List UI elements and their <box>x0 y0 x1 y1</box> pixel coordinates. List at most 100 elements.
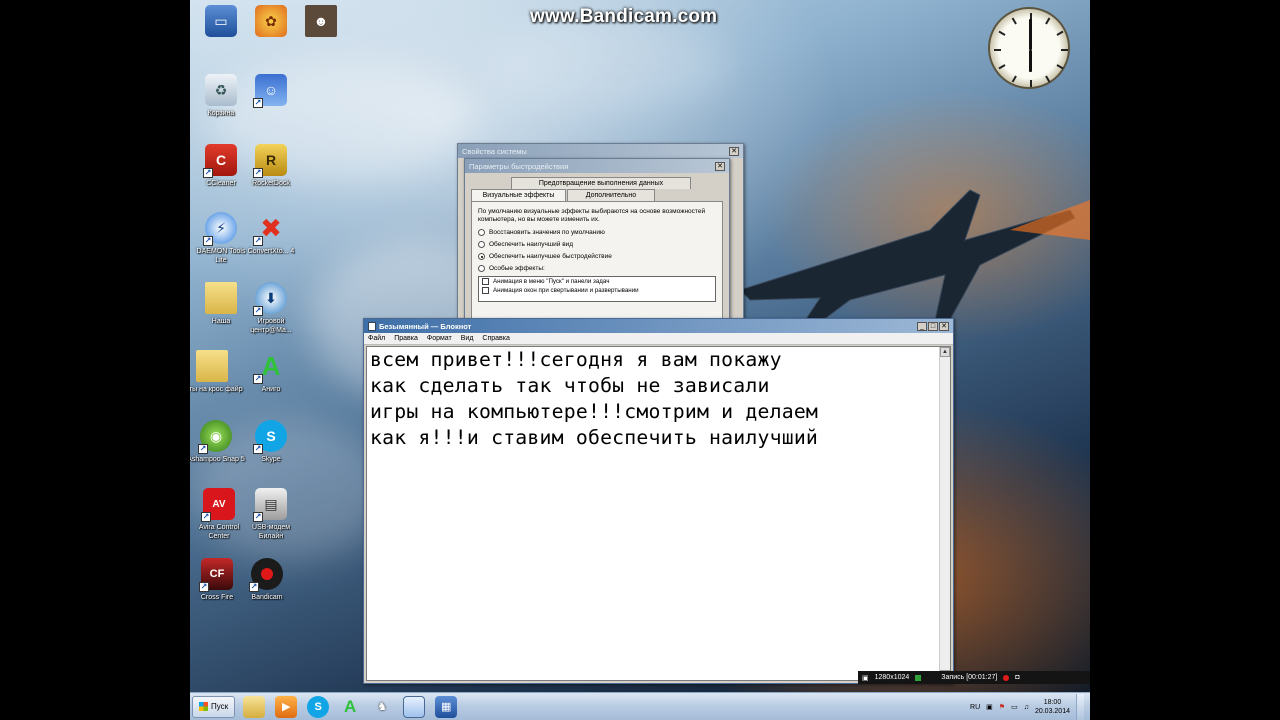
tab-dep[interactable]: Предотвращение выполнения данных <box>511 177 691 189</box>
scroll-up-arrow[interactable]: ▲ <box>940 347 950 357</box>
description-text: По умолчанию визуальные эффекты выбирают… <box>478 208 706 223</box>
skype-icon: S ↗ <box>253 420 287 454</box>
flag-icon[interactable]: ⚑ <box>999 703 1005 711</box>
system-tray: RU ▣ ⚑ ▭ ♫ 18:00 20.03.2014 <box>970 693 1090 720</box>
notepad-menubar: Файл Правка Формат Вид Справка <box>364 333 953 345</box>
radio-button[interactable] <box>478 265 485 272</box>
media-player-icon[interactable]: ▶ <box>275 695 298 718</box>
recycle-bin-icon: ♻ <box>205 74 237 106</box>
tab-advanced[interactable]: Дополнительно <box>567 189 655 201</box>
desktop-icon-anigo[interactable]: A ↗ Аниго <box>242 350 300 394</box>
display-icon[interactable]: ▭ <box>1011 703 1018 711</box>
desktop-icon-folder-cheats[interactable]: читы на крос файр <box>190 350 248 394</box>
resolution-label: 1280x1024 <box>874 674 910 681</box>
bandicam-icon: ↗ <box>249 558 283 592</box>
anigo-icon: A ↗ <box>253 350 281 384</box>
menu-format[interactable]: Формат <box>427 335 452 342</box>
radio-button[interactable] <box>478 241 485 248</box>
radio-button-selected[interactable] <box>478 253 485 260</box>
folder-icon <box>205 282 237 314</box>
desktop-icon-avatar[interactable]: ☻ <box>292 5 350 40</box>
list-item[interactable]: Анимация окон при свертывании и разверты… <box>479 286 715 295</box>
volume-icon[interactable]: ♫ <box>1024 704 1029 711</box>
checkbox[interactable] <box>482 287 489 294</box>
maximize-button[interactable]: □ <box>928 322 938 331</box>
close-button[interactable]: ✕ <box>715 162 725 171</box>
close-button[interactable]: ✕ <box>729 147 739 156</box>
window-mode-icon[interactable]: ▣ <box>862 674 869 682</box>
radio-button[interactable] <box>478 229 485 236</box>
tab-visual-effects[interactable]: Визуальные эффекты <box>471 189 566 201</box>
network-icon[interactable]: ▣ <box>986 703 993 711</box>
performance-options-titlebar[interactable]: Параметры быстродействия ✕ <box>465 159 729 173</box>
record-timer: Запись [00:01:27] <box>941 674 998 681</box>
desktop-icon-convertx[interactable]: ✖ ↗ ConvertXto... 4 <box>242 212 300 256</box>
desktop: www.Bandicam.com ▭ ✿ ☻ ♻ Корзина ☺ ↗ C ↗… <box>190 0 1090 720</box>
avira-icon: AV ↗ <box>201 488 235 522</box>
ashampoo-icon: ◉ ↗ <box>198 420 232 454</box>
desktop-icon-skype[interactable]: S ↗ Skype <box>242 420 300 464</box>
status-indicator-icon <box>915 674 922 681</box>
game-avatar-icon: ☻ <box>305 5 337 37</box>
system-properties-titlebar[interactable]: Свойства системы ✕ <box>458 144 743 158</box>
notepad-window[interactable]: Безымянный — Блокнот _ □ ✕ Файл Правка Фор… <box>363 318 954 684</box>
minute-hand <box>1029 19 1032 50</box>
menu-view[interactable]: Вид <box>461 335 474 342</box>
skype-icon[interactable]: S <box>307 695 330 718</box>
computer-icon: ▭ <box>205 5 237 37</box>
record-dot-icon[interactable] <box>1003 674 1010 681</box>
desktop-icon-ashampoo[interactable]: ◉ ↗ Ashampoo Snap 5 <box>190 420 246 464</box>
radio-custom[interactable]: Особые эффекты: <box>478 265 716 272</box>
effects-list[interactable]: Анимация в меню "Пуск" и панели задач Ан… <box>478 276 716 302</box>
list-item[interactable]: Анимация в меню "Пуск" и панели задач <box>479 277 715 286</box>
folder-icon <box>196 350 228 382</box>
usb-modem-icon: ▤ ↗ <box>253 488 287 522</box>
desktop-icon-anime[interactable]: ☺ ↗ <box>242 74 300 109</box>
desktop-icon-usb-modem[interactable]: ▤ ↗ USB-модем Билайн <box>242 488 300 541</box>
desktop-icon-avira[interactable]: AV ↗ Avira Control Center <box>190 488 248 541</box>
performance-options-window[interactable]: Параметры быстродействия ✕ Предотвращени… <box>464 158 730 323</box>
hour-hand <box>1029 50 1032 72</box>
tray-clock[interactable]: 18:00 20.03.2014 <box>1035 698 1070 716</box>
menu-file[interactable]: Файл <box>368 335 385 342</box>
vertical-scrollbar[interactable]: ▲ ▼ <box>939 347 950 680</box>
tab-strip: Предотвращение выполнения данных Визуаль… <box>465 173 729 201</box>
desktop-icon-game-center[interactable]: ⬇ ↗ Игровой центр@Ма... <box>242 282 300 335</box>
cat-icon[interactable]: ♞ <box>371 696 393 718</box>
crossfire-icon: CF ↗ <box>199 558 233 592</box>
bandicam-recording-bar: ▣ 1280x1024 Запись [00:01:27] ◘ <box>858 671 1090 684</box>
taskbar: Пуск ▶ S A ♞ ▦ RU ▣ ⚑ ▭ ♫ 18:00 20.03.20… <box>190 692 1090 720</box>
desktop-icon-bandicam[interactable]: ↗ Bandicam <box>238 558 296 602</box>
show-desktop-button[interactable] <box>1076 694 1084 720</box>
radio-default[interactable]: Восстановить значения по умолчанию <box>478 229 716 236</box>
ccleaner-icon: C ↗ <box>203 144 237 178</box>
camera-icon[interactable]: ◘ <box>1015 674 1019 681</box>
close-button[interactable]: ✕ <box>939 322 949 331</box>
radio-best-performance[interactable]: Обеспечить наилучшее быстродействие <box>478 253 716 260</box>
checkbox[interactable] <box>482 278 489 285</box>
visual-effects-panel: По умолчанию визуальные эффекты выбирают… <box>471 201 723 321</box>
notepad-text: всем привет!!!сегодня я вам покажу как с… <box>370 348 819 449</box>
menu-edit[interactable]: Правка <box>394 335 418 342</box>
flower-icon: ✿ <box>255 5 287 37</box>
daemon-tools-icon: ⚡ ↗ <box>203 212 237 246</box>
minimize-button[interactable]: _ <box>917 322 927 331</box>
notepad-icon <box>368 321 376 331</box>
notepad-text-area[interactable]: всем привет!!!сегодня я вам покажу как с… <box>366 346 951 681</box>
desktop-icon-rocketdock[interactable]: R ↗ RocketDock <box>242 144 300 188</box>
convertx-icon: ✖ ↗ <box>253 212 282 246</box>
game-center-icon: ⬇ ↗ <box>253 282 287 316</box>
anigo-icon[interactable]: A <box>339 696 361 718</box>
start-button[interactable]: Пуск <box>192 695 236 718</box>
folder-icon[interactable] <box>243 695 266 718</box>
notepad-icon[interactable] <box>403 695 426 718</box>
anime-avatar-icon: ☺ ↗ <box>253 74 287 108</box>
windows-logo-icon <box>199 702 208 711</box>
notepad-titlebar[interactable]: Безымянный — Блокнот _ □ ✕ <box>364 319 953 333</box>
system-icon[interactable]: ▦ <box>435 695 458 718</box>
bandicam-watermark: www.Bandicam.com <box>530 6 718 27</box>
rocketdock-icon: R ↗ <box>253 144 287 178</box>
language-indicator[interactable]: RU <box>970 704 980 711</box>
menu-help[interactable]: Справка <box>482 335 509 342</box>
radio-best-appearance[interactable]: Обеспечить наилучший вид <box>478 241 716 248</box>
